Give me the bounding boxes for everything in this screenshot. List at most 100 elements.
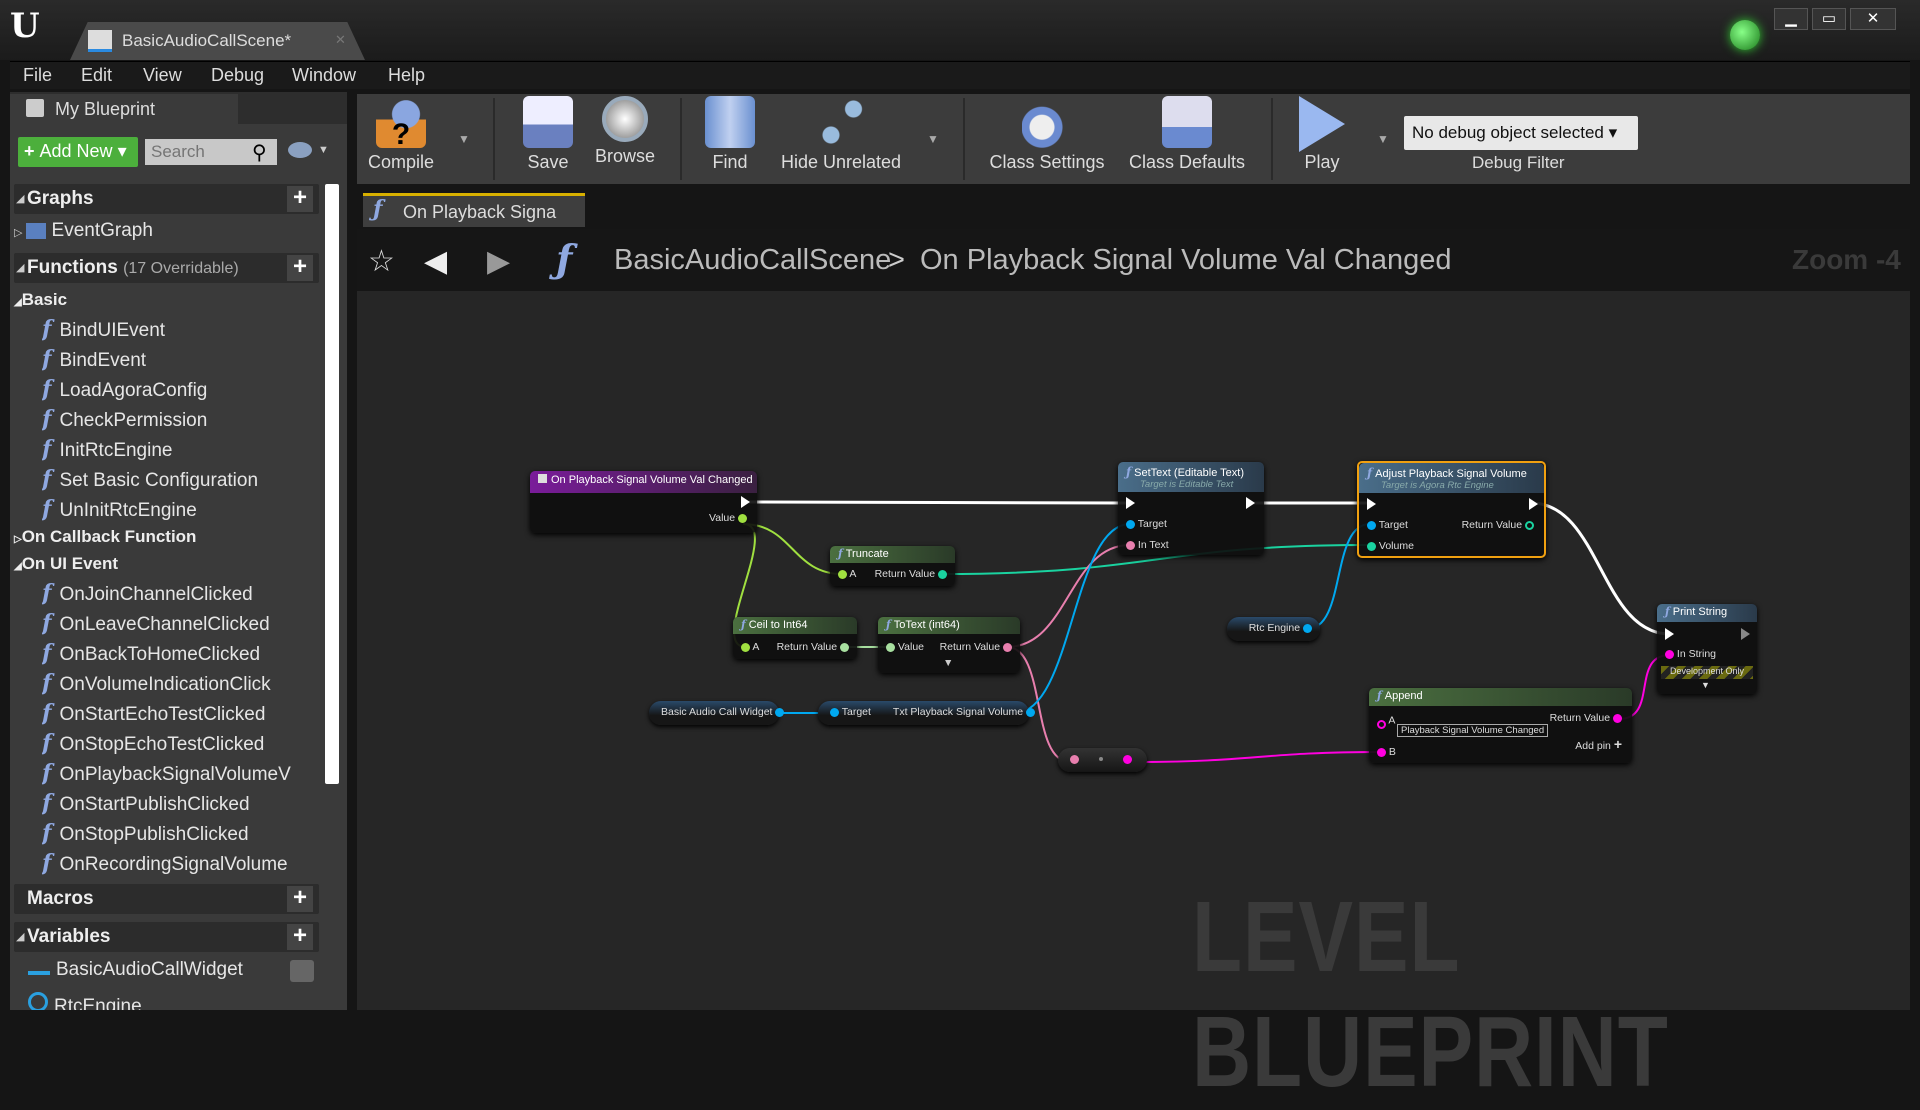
graphs-section-header[interactable]: ◢ Graphs +	[14, 184, 319, 214]
source-control-icon[interactable]	[1730, 20, 1760, 50]
hide-unrelated-button[interactable]: Hide Unrelated	[778, 96, 904, 173]
minimize-button[interactable]: ▁	[1774, 8, 1808, 30]
play-button[interactable]: Play	[1290, 96, 1354, 173]
search-icon[interactable]: ⚲	[252, 140, 267, 165]
graph-tab[interactable]: ƒ On Playback Signa	[363, 193, 585, 227]
function-item[interactable]: ƒ OnStopPublishClicked	[42, 820, 312, 846]
a-pin[interactable]: A	[741, 641, 759, 653]
in-text-pin[interactable]: In Text	[1126, 539, 1169, 551]
menu-edit[interactable]: Edit	[81, 65, 112, 86]
star-icon[interactable]: ☆	[368, 244, 395, 279]
target-pin[interactable]: Target	[1126, 518, 1167, 530]
adjust-playback-signal-volume-node[interactable]: ƒ Adjust Playback Signal Volume Target is …	[1357, 461, 1546, 558]
rtc-engine-getter[interactable]: Rtc Engine	[1227, 617, 1320, 641]
menu-help[interactable]: Help	[388, 65, 425, 86]
expand-arrow-icon[interactable]: ▼	[1701, 680, 1710, 690]
document-tab[interactable]: BasicAudioCallScene* ✕	[70, 22, 365, 60]
function-item[interactable]: ƒ OnStartEchoTestClicked	[42, 700, 312, 726]
return-value-pin[interactable]: Return Value	[777, 641, 849, 653]
debug-object-select[interactable]: No debug object selected ▾	[1404, 116, 1638, 150]
return-value-pin[interactable]: Return Value	[875, 568, 947, 580]
maximize-button[interactable]: ▭	[1812, 8, 1846, 30]
forward-arrow-icon[interactable]: ▶	[487, 244, 510, 279]
a-pin[interactable]: A	[838, 568, 856, 580]
menu-view[interactable]: View	[143, 65, 182, 86]
function-item[interactable]: ƒ LoadAgoraConfig	[42, 376, 312, 402]
compile-options-dropdown[interactable]: ▼	[458, 132, 470, 146]
breadcrumb-blueprint[interactable]: BasicAudioCallScene	[614, 244, 891, 277]
value-pin[interactable]: Value	[709, 512, 747, 524]
return-value-pin[interactable]: Return Value	[1462, 519, 1534, 531]
function-item[interactable]: ƒ OnLeaveChannelClicked	[42, 610, 312, 636]
volume-pin[interactable]: Volume	[1367, 540, 1414, 552]
target-pin[interactable]: Target	[1367, 519, 1408, 531]
hide-unrelated-dropdown[interactable]: ▼	[927, 132, 939, 146]
function-item[interactable]: ƒ BindEvent	[42, 346, 312, 372]
add-macro-button[interactable]: +	[287, 886, 313, 912]
visibility-toggle[interactable]	[290, 960, 314, 982]
menu-window[interactable]: Window	[292, 65, 356, 86]
event-node[interactable]: On Playback Signal Volume Val Changed Va…	[530, 471, 757, 533]
function-item[interactable]: ƒ OnVolumeIndicationClick	[42, 670, 312, 696]
variables-section-header[interactable]: ◢ Variables +	[14, 922, 319, 952]
add-pin-button[interactable]: Add pin +	[1575, 736, 1622, 752]
variable-item[interactable]: RtcEngine	[28, 992, 298, 1010]
basic-audio-call-widget-getter[interactable]: Basic Audio Call Widget	[649, 701, 785, 725]
value-pin[interactable]: Value	[886, 641, 924, 653]
find-button[interactable]: Find	[698, 96, 762, 173]
ceil-to-int64-node[interactable]: ƒ Ceil to Int64 A Return Value	[733, 617, 857, 659]
scrollbar[interactable]	[325, 184, 339, 784]
breadcrumb-function[interactable]: On Playback Signal Volume Val Changed	[920, 244, 1451, 277]
menu-file[interactable]: File	[23, 65, 52, 86]
function-item[interactable]: ƒ CheckPermission	[42, 406, 312, 432]
append-node[interactable]: ƒ Append A Playback Signal Volume Changed…	[1369, 688, 1632, 763]
expand-arrow-icon[interactable]: ▼	[943, 657, 953, 669]
print-string-node[interactable]: ƒ Print String In String Development Only…	[1657, 604, 1757, 694]
exec-out-pin[interactable]	[1741, 628, 1750, 640]
function-item[interactable]: ƒ OnStartPublishClicked	[42, 790, 312, 816]
category-on-ui-event[interactable]: ◢On UI Event	[14, 554, 118, 574]
a-value-input[interactable]: Playback Signal Volume Changed	[1397, 724, 1549, 737]
macros-section-header[interactable]: Macros +	[14, 884, 319, 914]
exec-out-pin[interactable]	[1246, 497, 1255, 509]
variable-item[interactable]: BasicAudioCallWidget	[28, 959, 298, 981]
class-defaults-button[interactable]: Class Defaults	[1126, 96, 1248, 173]
graph-item-eventgraph[interactable]: ▷ EventGraph	[14, 220, 284, 242]
totext-int64-node[interactable]: ƒ ToText (int64) Value Return Value ▼	[878, 617, 1020, 673]
return-value-pin[interactable]: Return Value	[1550, 712, 1622, 724]
function-item[interactable]: ƒ OnJoinChannelClicked	[42, 580, 312, 606]
function-item[interactable]: ƒ OnBackToHomeClicked	[42, 640, 312, 666]
function-item[interactable]: ƒ Set Basic Configuration	[42, 466, 312, 492]
functions-section-header[interactable]: ◢ Functions (17 Overridable) +	[14, 253, 319, 283]
function-item[interactable]: ƒ OnStopEchoTestClicked	[42, 730, 312, 756]
category-on-callback-function[interactable]: ▷On Callback Function	[14, 527, 196, 547]
a-pin[interactable]: A	[1377, 712, 1395, 729]
function-item[interactable]: ƒ BindUIEvent	[42, 316, 312, 342]
play-options-dropdown[interactable]: ▼	[1377, 132, 1389, 146]
function-item[interactable]: ƒ OnPlaybackSignalVolumeV	[42, 760, 312, 786]
settext-node[interactable]: ƒ SetText (Editable Text) Target is Editab…	[1118, 462, 1264, 555]
chevron-down-icon[interactable]: ▼	[318, 144, 329, 156]
add-new-button[interactable]: + Add New ▾	[18, 137, 138, 167]
close-tab-icon[interactable]: ✕	[335, 32, 346, 48]
in-string-pin[interactable]: In String	[1665, 648, 1716, 660]
txt-playback-signal-volume-getter[interactable]: Target Txt Playback Signal Volume	[818, 701, 1035, 725]
exec-out-pin[interactable]	[741, 496, 750, 508]
browse-button[interactable]: Browse	[589, 96, 661, 167]
exec-out-pin[interactable]	[1529, 498, 1538, 510]
function-item[interactable]: ƒ UnInitRtcEngine	[42, 496, 312, 522]
exec-in-pin[interactable]	[1126, 497, 1135, 509]
function-item[interactable]: ƒ InitRtcEngine	[42, 436, 312, 462]
add-function-button[interactable]: +	[287, 255, 313, 281]
close-button[interactable]: ✕	[1850, 8, 1896, 30]
b-pin[interactable]: B	[1377, 746, 1396, 758]
return-value-pin[interactable]: Return Value	[940, 641, 1012, 653]
exec-in-pin[interactable]	[1665, 628, 1674, 640]
add-variable-button[interactable]: +	[287, 924, 313, 950]
exec-in-pin[interactable]	[1367, 498, 1376, 510]
category-basic[interactable]: ◢Basic	[14, 290, 67, 310]
class-settings-button[interactable]: Class Settings	[985, 96, 1109, 173]
add-graph-button[interactable]: +	[287, 186, 313, 212]
compile-button[interactable]: ? Compile	[365, 96, 437, 173]
menu-debug[interactable]: Debug	[211, 65, 264, 86]
